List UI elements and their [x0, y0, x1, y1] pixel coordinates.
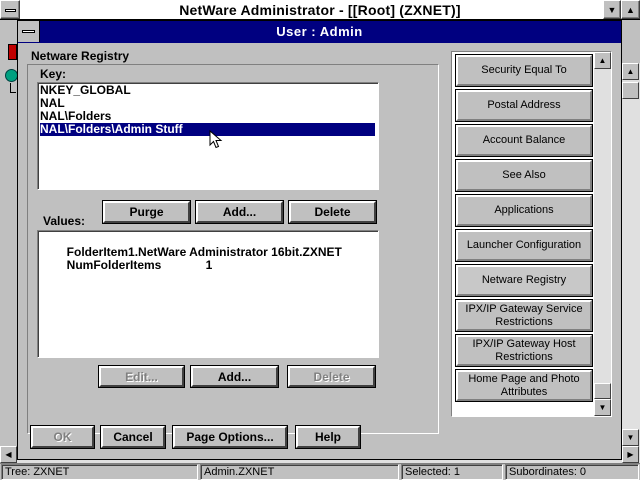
page-button-home-page-and-photo-attributes[interactable]: Home Page and Photo Attributes [455, 369, 593, 402]
scroll-thumb[interactable] [622, 82, 639, 99]
value-item[interactable]: NumFolderItems 1 [40, 246, 340, 272]
add-value-button[interactable]: Add... [190, 365, 279, 388]
page-scroll-thumb[interactable] [594, 383, 611, 399]
cancel-button[interactable]: Cancel [100, 425, 166, 449]
values-label: Values: [43, 214, 86, 228]
page-button-launcher-configuration[interactable]: Launcher Configuration [455, 229, 593, 262]
toolbar-icon[interactable] [8, 44, 17, 60]
edit-value-button[interactable]: Edit... [98, 365, 185, 388]
page-scroll-down-arrow-icon[interactable]: ▼ [594, 399, 611, 416]
values-listbox[interactable]: FolderItem1.NetWare Administrator 16bit.… [37, 230, 379, 358]
page-button-security-equal-to[interactable]: Security Equal To [455, 54, 593, 87]
status-selected: Selected: 1 [401, 464, 503, 480]
app-minimize-button[interactable]: ▼ [603, 0, 621, 19]
mouse-pointer-icon [209, 130, 223, 149]
section-title: Netware Registry [31, 49, 130, 63]
delete-value-button[interactable]: Delete [287, 365, 376, 388]
scroll-left-arrow-icon[interactable]: ◀ [0, 446, 17, 463]
dialog-title: User : Admin [276, 24, 363, 39]
status-context: Admin.ZXNET [200, 464, 399, 480]
page-button-see-also[interactable]: See Also [455, 159, 593, 192]
page-button-ipx-ip-gateway-service-restrictions[interactable]: IPX/IP Gateway Service Restrictions [455, 299, 593, 332]
dialog-title-bar[interactable]: User : Admin [18, 21, 621, 43]
scroll-right-arrow-icon[interactable]: ▶ [622, 446, 639, 463]
app-title: NetWare Administrator - [[Root] (ZXNET)] [179, 2, 461, 18]
registry-page-panel: Netware Registry Key: NKEY_GLOBAL NAL NA… [23, 45, 445, 437]
page-options-button[interactable]: Page Options... [172, 425, 288, 449]
delete-key-button[interactable]: Delete [288, 200, 377, 224]
page-selector-panel: Security Equal To Postal Address Account… [451, 51, 612, 417]
value-name: NumFolderItems [66, 258, 162, 272]
value-item[interactable]: FolderItem1.NetWare Administrator 16bit.… [40, 233, 342, 259]
purge-button[interactable]: Purge [102, 200, 191, 224]
page-button-ipx-ip-gateway-host-restrictions[interactable]: IPX/IP Gateway Host Restrictions [455, 334, 593, 367]
ok-button[interactable]: OK [30, 425, 95, 449]
page-list-scrollbar[interactable]: ▲ ▼ [594, 52, 611, 416]
app-title-bar[interactable]: NetWare Administrator - [[Root] (ZXNET)]… [0, 0, 640, 20]
user-details-dialog: User : Admin Netware Registry Key: NKEY_… [17, 20, 622, 460]
page-scroll-up-arrow-icon[interactable]: ▲ [594, 52, 611, 69]
status-tree: Tree: ZXNET [1, 464, 198, 480]
key-listbox[interactable]: NKEY_GLOBAL NAL NAL\Folders NAL\Folders\… [37, 82, 379, 190]
scroll-up-arrow-icon[interactable]: ▲ [622, 63, 639, 80]
tree-connector [10, 83, 16, 93]
page-button-account-balance[interactable]: Account Balance [455, 124, 593, 157]
value-data: 1 [205, 258, 213, 272]
app-maximize-button[interactable]: ▲ [621, 0, 640, 19]
page-button-applications[interactable]: Applications [455, 194, 593, 227]
background-right-scrollbar[interactable]: ▲ ▼ [622, 63, 640, 447]
scroll-down-arrow-icon[interactable]: ▼ [622, 429, 639, 446]
page-button-netware-registry[interactable]: Netware Registry [455, 264, 593, 297]
help-button[interactable]: Help [295, 425, 361, 449]
status-subordinates: Subordinates: 0 [505, 464, 639, 480]
page-button-postal-address[interactable]: Postal Address [455, 89, 593, 122]
key-label: Key: [40, 67, 67, 81]
key-item-selected[interactable]: NAL\Folders\Admin Stuff [40, 123, 375, 136]
add-key-button[interactable]: Add... [195, 200, 284, 224]
